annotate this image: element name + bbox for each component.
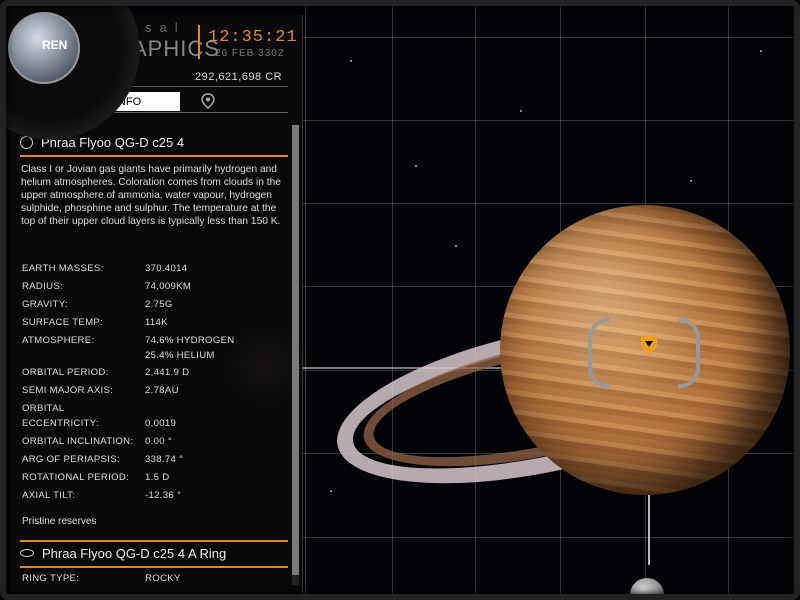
orbit-stem <box>648 495 650 565</box>
ring-name: Phraa Flyoo QG-D c25 4 A Ring <box>42 545 227 561</box>
stat-value: -12.36 ° <box>145 490 182 501</box>
moon[interactable] <box>630 578 664 600</box>
stat-label: SURFACE TEMP: <box>22 317 104 328</box>
stat-value: 114K <box>145 317 168 328</box>
ring-icon <box>20 549 34 557</box>
date: 26 FEB 3302 <box>215 48 285 59</box>
star <box>690 180 692 182</box>
stat-label: SEMI MAJOR AXIS: <box>22 385 114 396</box>
stat-value: 74.6% HYDROGEN <box>145 335 235 346</box>
stat-label: EARTH MASSES: <box>22 263 104 274</box>
star <box>330 490 332 492</box>
stat-label: RING TYPE: <box>22 573 80 584</box>
stat-value: 1.5 D <box>145 472 170 483</box>
grid-line <box>392 0 393 600</box>
stat-value: 0.00 ° <box>145 436 172 447</box>
stat-value: ROCKY <box>145 573 181 584</box>
star <box>520 110 522 112</box>
grid-line <box>300 537 800 538</box>
stat-value: 74,009KM <box>145 281 192 292</box>
stat-value: 2.78AU <box>145 385 179 396</box>
stat-value: 2.75G <box>145 299 173 310</box>
app-subtitle: sal <box>145 20 186 35</box>
star <box>760 50 762 52</box>
star <box>350 60 352 62</box>
grid-line <box>300 120 800 121</box>
grid-line <box>300 203 800 204</box>
stat-value: 25.4% HELIUM <box>145 350 215 361</box>
stat-label: ECCENTRICITY: <box>22 418 99 429</box>
reserves-status: Pristine reserves <box>22 516 97 527</box>
accent-divider <box>20 155 288 157</box>
stat-value: 338.74 ° <box>145 454 184 465</box>
location-marker-icon[interactable] <box>641 336 657 356</box>
stat-label: RADIUS: <box>22 281 64 292</box>
stat-label: ORBITAL <box>22 403 65 414</box>
accent-divider <box>20 566 288 568</box>
stat-value: 0.0019 <box>145 418 177 429</box>
stat-label: ROTATIONAL PERIOD: <box>22 472 130 483</box>
stat-value: 370.4014 <box>145 263 188 274</box>
star <box>455 245 457 247</box>
stat-value: 2,441.9 D <box>145 367 190 378</box>
stat-label: ORBITAL PERIOD: <box>22 367 109 378</box>
ring-header[interactable]: Phraa Flyoo QG-D c25 4 A Ring <box>20 542 288 564</box>
grid-line <box>305 0 306 600</box>
body-description: Class I or Jovian gas giants have primar… <box>21 164 281 227</box>
grid-line <box>300 37 800 38</box>
target-bracket-right <box>678 318 700 388</box>
stat-label: GRAVITY: <box>22 299 68 310</box>
clock: 12:35:21 <box>208 28 298 47</box>
stat-label: ORBITAL INCLINATION: <box>22 436 134 447</box>
stat-label: AXIAL TILT: <box>22 490 76 501</box>
scrollbar-thumb[interactable] <box>292 125 299 575</box>
star <box>415 165 417 167</box>
logo-text: REN <box>42 38 68 52</box>
target-bracket-left <box>588 318 610 388</box>
app-title: APHICS <box>132 36 220 61</box>
grid-line <box>475 0 476 600</box>
hud-divider <box>198 25 200 59</box>
credits-balance: 292,621,698 CR <box>195 71 283 83</box>
stat-label: ATMOSPHERE: <box>22 335 95 346</box>
stat-label: ARG OF PERIAPSIS: <box>22 454 120 465</box>
map-pin-icon[interactable] <box>201 93 215 109</box>
